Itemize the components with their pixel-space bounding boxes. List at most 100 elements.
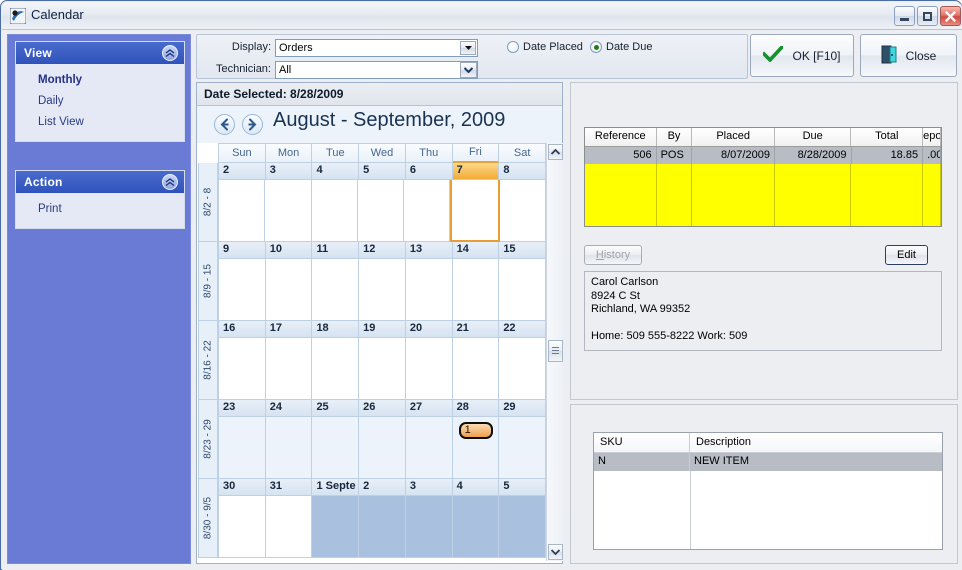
day-cell-other-month[interactable] — [405, 496, 453, 558]
table-row[interactable]: 506 POS 8/07/2009 8/28/2009 18.85 .00 — [585, 147, 941, 164]
day-cell-other-month[interactable] — [499, 496, 547, 558]
column-header-deposit[interactable]: epo — [923, 128, 941, 146]
ok-button[interactable]: OK [F10] — [750, 34, 854, 77]
scroll-down-button[interactable] — [548, 544, 563, 560]
column-header-total[interactable]: Total — [851, 128, 924, 146]
day-cell[interactable] — [265, 259, 313, 321]
chevron-down-icon[interactable] — [460, 41, 476, 55]
day-cell[interactable] — [452, 338, 500, 400]
day-number[interactable]: 28 — [452, 400, 500, 417]
chevron-up-icon[interactable] — [162, 174, 178, 190]
chevron-down-icon[interactable] — [460, 62, 477, 78]
day-number[interactable]: 15 — [499, 242, 547, 259]
column-header-placed[interactable]: Placed — [692, 128, 775, 146]
day-cell[interactable] — [218, 338, 266, 400]
day-cell[interactable] — [312, 338, 360, 400]
day-cell[interactable] — [311, 180, 358, 242]
event-count-badge[interactable]: 1 — [458, 422, 493, 439]
edit-button[interactable]: Edit — [885, 245, 928, 265]
column-header-sku[interactable]: SKU — [594, 433, 690, 452]
day-cell[interactable] — [218, 417, 266, 479]
day-cell[interactable] — [359, 417, 406, 479]
day-cell[interactable] — [218, 180, 266, 242]
close-dialog-button[interactable]: Close — [860, 34, 957, 77]
day-number[interactable]: 12 — [359, 242, 406, 259]
day-number[interactable]: 5 — [359, 163, 406, 180]
day-number-today[interactable]: 7 — [452, 163, 500, 180]
day-cell[interactable] — [218, 496, 266, 558]
maximize-button[interactable] — [917, 6, 938, 26]
day-cell[interactable] — [265, 338, 313, 400]
day-number[interactable]: 4 — [312, 163, 360, 180]
day-cell[interactable] — [499, 180, 546, 242]
day-cell[interactable] — [499, 417, 547, 479]
radio-date-placed[interactable]: Date Placed — [507, 41, 583, 53]
scroll-thumb[interactable] — [548, 340, 563, 362]
sidebar-item-monthly[interactable]: Monthly — [16, 70, 184, 91]
day-number[interactable]: 18 — [312, 321, 360, 338]
day-cell[interactable] — [405, 417, 453, 479]
day-number[interactable]: 26 — [359, 400, 406, 417]
day-cell[interactable] — [312, 417, 360, 479]
day-number[interactable]: 29 — [499, 400, 547, 417]
day-cell-with-event[interactable]: 1 — [452, 417, 500, 479]
day-cell[interactable] — [405, 338, 453, 400]
day-cell[interactable] — [359, 338, 406, 400]
technician-dropdown[interactable]: All — [275, 61, 478, 79]
day-number[interactable]: 16 — [218, 321, 266, 338]
day-number[interactable]: 3 — [265, 163, 313, 180]
day-number[interactable]: 20 — [405, 321, 453, 338]
items-table[interactable]: SKU Description N NEW ITEM — [593, 432, 943, 550]
scroll-up-button[interactable] — [548, 144, 563, 160]
day-number[interactable]: 8 — [499, 163, 547, 180]
next-month-button[interactable] — [242, 114, 263, 135]
day-cell[interactable] — [312, 259, 360, 321]
calendar-scrollbar[interactable] — [546, 143, 563, 561]
day-number[interactable]: 2 — [359, 479, 406, 496]
day-cell-other-month[interactable] — [359, 496, 406, 558]
day-number[interactable]: 30 — [218, 479, 266, 496]
column-header-due[interactable]: Due — [775, 128, 852, 146]
sidebar-panel-action-header[interactable]: Action — [16, 171, 184, 193]
day-number[interactable]: 4 — [452, 479, 500, 496]
day-cell[interactable] — [265, 496, 313, 558]
column-header-reference[interactable]: Reference — [585, 128, 657, 146]
chevron-up-icon[interactable] — [162, 45, 178, 61]
day-number[interactable]: 13 — [405, 242, 453, 259]
day-number[interactable]: 25 — [312, 400, 360, 417]
day-number[interactable]: 19 — [359, 321, 406, 338]
day-cell[interactable] — [499, 259, 547, 321]
orders-table[interactable]: Reference By Placed Due Total epo 506 PO… — [584, 127, 942, 227]
day-number[interactable]: 22 — [499, 321, 547, 338]
day-cell[interactable] — [405, 259, 453, 321]
radio-date-due[interactable]: Date Due — [590, 41, 652, 53]
day-number[interactable]: 31 — [265, 479, 313, 496]
day-number[interactable]: 23 — [218, 400, 266, 417]
day-cell-other-month[interactable] — [312, 496, 360, 558]
day-number[interactable]: 2 — [218, 163, 266, 180]
day-number[interactable]: 10 — [265, 242, 313, 259]
display-dropdown[interactable]: Orders — [275, 39, 478, 57]
day-cell[interactable] — [265, 417, 313, 479]
column-header-by[interactable]: By — [657, 128, 693, 146]
day-number[interactable]: 1 Septe — [312, 479, 360, 496]
sidebar-item-print[interactable]: Print — [16, 199, 184, 220]
table-row[interactable]: N NEW ITEM — [594, 453, 942, 471]
radio-date-placed-indicator[interactable] — [507, 41, 519, 53]
day-cell-other-month[interactable] — [452, 496, 500, 558]
sidebar-item-list-view[interactable]: List View — [16, 112, 184, 133]
history-button[interactable]: History — [584, 245, 642, 265]
close-button[interactable] — [940, 6, 961, 26]
day-number[interactable]: 27 — [405, 400, 453, 417]
day-cell[interactable] — [265, 180, 312, 242]
day-number[interactable]: 14 — [452, 242, 500, 259]
sidebar-panel-view-header[interactable]: View — [16, 42, 184, 64]
day-cell-today[interactable] — [450, 180, 500, 242]
day-number[interactable]: 5 — [499, 479, 547, 496]
day-cell[interactable] — [499, 338, 547, 400]
day-cell[interactable] — [452, 259, 500, 321]
sidebar-item-daily[interactable]: Daily — [16, 91, 184, 112]
day-number[interactable]: 6 — [405, 163, 453, 180]
day-number[interactable]: 21 — [452, 321, 500, 338]
day-cell[interactable] — [357, 180, 405, 242]
